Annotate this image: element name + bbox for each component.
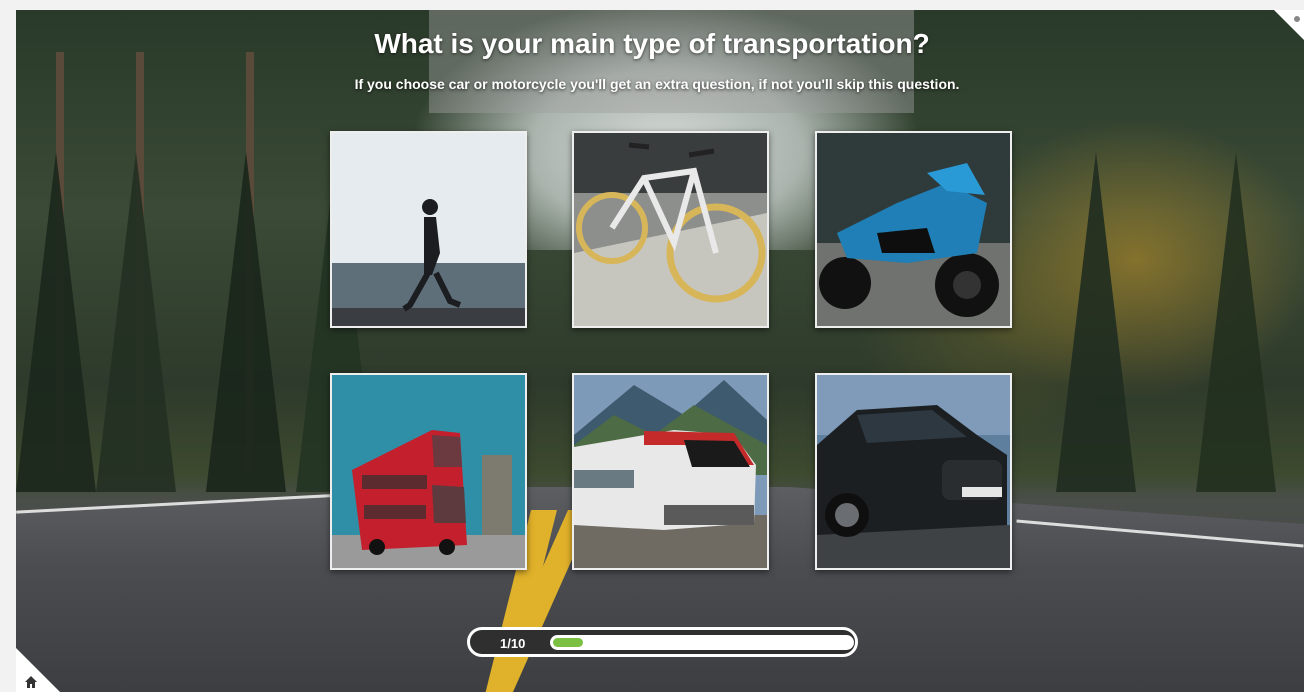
motorcycle-icon <box>817 133 1010 326</box>
option-bicycle[interactable] <box>572 131 769 328</box>
home-icon[interactable] <box>24 675 38 689</box>
background-scene <box>16 10 1304 692</box>
tree <box>206 152 286 492</box>
option-train[interactable] <box>572 373 769 570</box>
corner-fold-bottom-left <box>16 648 60 692</box>
person-walking-icon <box>332 133 525 326</box>
option-car[interactable] <box>815 373 1012 570</box>
progress-track <box>550 635 854 650</box>
question-title: What is your main type of transportation… <box>374 28 930 59</box>
tree <box>16 152 96 492</box>
option-motorcycle[interactable] <box>815 131 1012 328</box>
train-icon <box>574 375 767 568</box>
progress-fill <box>553 638 583 647</box>
option-walking[interactable] <box>330 131 527 328</box>
tree <box>1056 152 1136 492</box>
car-icon <box>817 375 1010 568</box>
tree <box>96 152 176 492</box>
settings-icon[interactable] <box>1292 14 1302 24</box>
title-backdrop <box>429 10 914 113</box>
double-decker-bus-icon <box>332 375 525 568</box>
question-subtitle: If you choose car or motorcycle you'll g… <box>354 76 960 92</box>
progress-label: 1/10 <box>500 636 526 651</box>
progress-bar: 1/10 <box>467 627 858 657</box>
option-bus[interactable] <box>330 373 527 570</box>
tree <box>1196 152 1276 492</box>
bicycle-icon <box>574 133 767 326</box>
